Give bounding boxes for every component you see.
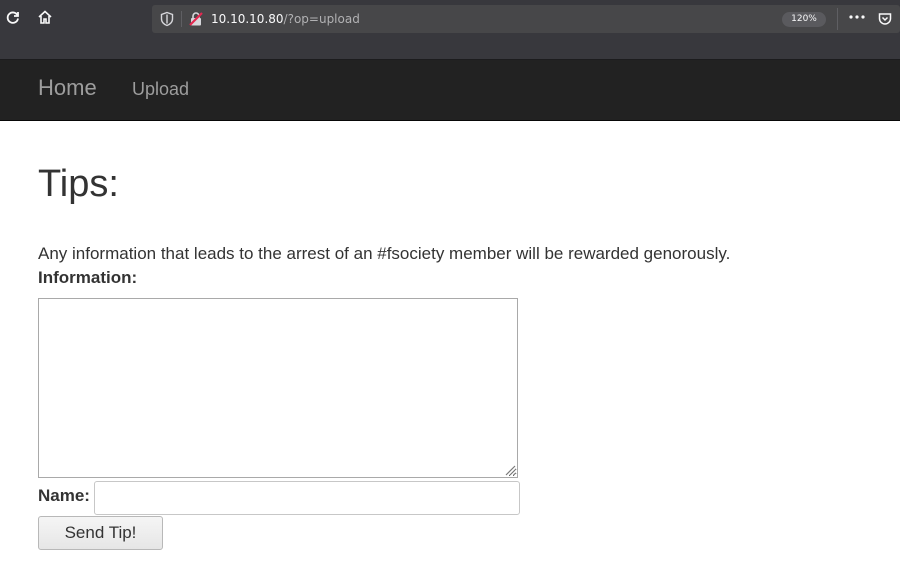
home-button[interactable] <box>34 8 56 30</box>
reload-icon <box>5 9 21 30</box>
page-actions-button[interactable] <box>846 11 868 27</box>
url-text[interactable]: 10.10.10.80/?op=upload <box>211 11 360 27</box>
name-label: Name: <box>38 486 90 505</box>
url-bar[interactable]: 10.10.10.80/?op=upload 120% <box>152 5 900 33</box>
send-tip-button[interactable]: Send Tip! <box>38 516 163 550</box>
url-separator <box>181 11 182 27</box>
reload-button[interactable] <box>2 8 24 30</box>
resize-grip-icon[interactable] <box>502 462 516 476</box>
insecure-lock-icon[interactable] <box>188 11 204 27</box>
pocket-button[interactable] <box>877 11 893 27</box>
nav-upload-link[interactable]: Upload <box>132 78 189 100</box>
site-navbar: Home Upload <box>0 60 900 121</box>
url-divider <box>837 8 838 30</box>
nav-home-link[interactable]: Home <box>38 76 97 100</box>
url-path: /?op=upload <box>283 12 360 26</box>
browser-toolbar: 10.10.10.80/?op=upload 120% <box>0 0 900 60</box>
name-input[interactable] <box>94 481 520 515</box>
zoom-level-badge[interactable]: 120% <box>782 12 826 27</box>
pocket-icon <box>877 13 893 31</box>
shield-icon[interactable] <box>159 11 175 27</box>
information-textarea[interactable] <box>38 298 518 478</box>
information-label: Information: <box>38 268 138 287</box>
page-title: Tips: <box>38 163 119 205</box>
home-icon <box>37 9 53 30</box>
tips-intro-text: Any information that leads to the arrest… <box>38 244 731 263</box>
more-horizontal-icon <box>848 9 866 30</box>
url-host: 10.10.10.80 <box>211 12 284 26</box>
